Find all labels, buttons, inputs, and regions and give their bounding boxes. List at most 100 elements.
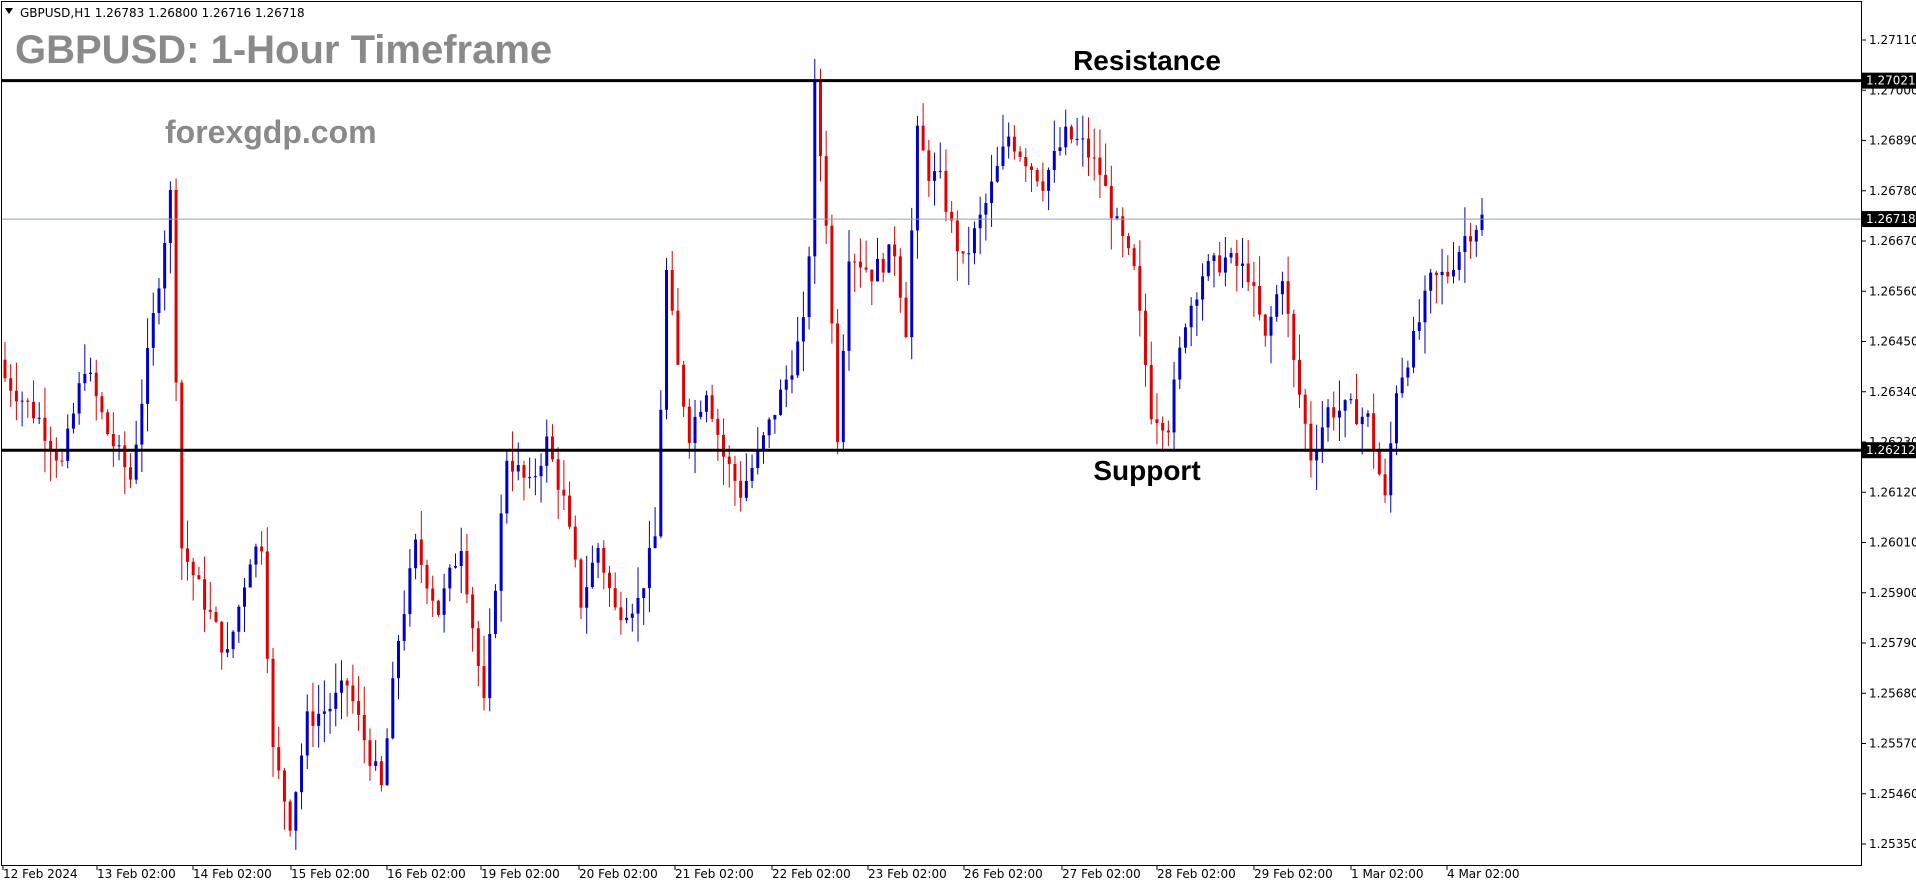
candle-body (14, 390, 18, 402)
candle-body (1417, 322, 1421, 331)
candle-body (830, 225, 834, 324)
candle-body (687, 406, 691, 443)
candle-body (1303, 394, 1307, 424)
candle-body (1320, 427, 1324, 450)
candle-body (317, 713, 321, 726)
candle-body (436, 600, 440, 615)
candle-body (1412, 330, 1416, 368)
candle-body (419, 539, 423, 565)
candle-body (1069, 126, 1073, 140)
candle-body (368, 740, 372, 766)
candle-body (66, 428, 70, 461)
candle-body (1360, 416, 1364, 425)
candle-body (836, 323, 840, 443)
candle-body (590, 562, 594, 588)
candle-body (927, 150, 931, 181)
candle-body (1155, 419, 1159, 423)
candle-body (727, 456, 731, 464)
candle-body (801, 317, 805, 342)
candle-body (1240, 263, 1244, 266)
candle-body (237, 606, 241, 632)
candle-body (1269, 316, 1273, 336)
candle-body (990, 181, 994, 204)
candle-body (1469, 236, 1473, 242)
candle-body (619, 607, 623, 621)
time-tick-label: 12 Feb 2024 (3, 867, 78, 881)
candle-body (853, 261, 857, 263)
candle-body (784, 379, 788, 390)
candle-body (704, 395, 708, 412)
candle-body (117, 445, 121, 447)
price-tick-label: 1.26010 (1869, 536, 1916, 550)
candle-body (282, 770, 286, 802)
candle-body (670, 269, 674, 311)
time-tick-label: 27 Feb 02:00 (1062, 867, 1141, 881)
candle-body (1235, 253, 1239, 266)
candle-body (1218, 255, 1222, 273)
candle-body (100, 396, 104, 413)
candle-body (442, 588, 446, 615)
price-tick-label: 1.25350 (1869, 837, 1916, 851)
candle-body (203, 579, 207, 610)
candle-body (248, 564, 252, 588)
candle-body (790, 375, 794, 380)
level-label: Resistance (1073, 45, 1221, 76)
candle-body (841, 350, 845, 443)
candle-body (1349, 399, 1353, 401)
candle-body (1366, 413, 1370, 417)
candle-body (1309, 423, 1313, 461)
candle-body (379, 761, 383, 786)
candle-body (955, 220, 959, 252)
time-tick-label: 29 Feb 02:00 (1254, 867, 1333, 881)
candle-body (1161, 422, 1165, 431)
candle-body (676, 310, 680, 365)
candle-body (197, 575, 201, 580)
candle-body (220, 621, 224, 653)
candle-body (1058, 147, 1062, 151)
candle-body (1337, 410, 1341, 418)
candle-body (556, 459, 560, 490)
candle-body (1144, 310, 1148, 365)
price-tick-label: 1.26890 (1869, 134, 1916, 148)
candle-body (1229, 253, 1233, 258)
candle-body (106, 412, 110, 434)
candle-body (305, 711, 309, 756)
price-tick-label: 1.26560 (1869, 284, 1916, 298)
time-tick-label: 19 Feb 02:00 (481, 867, 560, 881)
candle-body (1024, 157, 1028, 167)
candle-body (459, 551, 463, 566)
candle-body (528, 477, 532, 479)
candle-body (1087, 138, 1091, 158)
candle-body (682, 364, 686, 407)
candle-body (493, 590, 497, 634)
candle-body (311, 711, 315, 726)
candle-body (824, 156, 828, 226)
candle-body (967, 253, 971, 255)
candle-body (362, 714, 366, 741)
candle-body (972, 228, 976, 254)
candle-body (773, 414, 777, 420)
candle-body (271, 658, 275, 748)
price-axis: 1.27110 1.27000 1.26890 1.26780 1.26670 1.265… (1861, 33, 1916, 851)
candle-body (1457, 252, 1461, 270)
candle-body (653, 536, 657, 548)
candle-body (847, 261, 851, 351)
candle-body (20, 400, 24, 402)
candle-body (779, 389, 783, 415)
candle-body (665, 269, 669, 410)
candle-body (870, 269, 874, 282)
candle-body (505, 460, 509, 514)
candle-body (750, 467, 754, 481)
candle-body (630, 613, 634, 618)
candle-body (1434, 272, 1438, 276)
candle-body (140, 403, 144, 445)
candle-body (339, 680, 343, 693)
price-tick-label: 1.25900 (1869, 586, 1916, 600)
candle-body (1126, 235, 1130, 249)
candle-body (1098, 157, 1102, 175)
candle-body (636, 597, 640, 614)
candle-body (1201, 276, 1205, 300)
candle-body (111, 433, 115, 447)
candle-body (1172, 379, 1176, 433)
candle-body (1195, 299, 1199, 306)
